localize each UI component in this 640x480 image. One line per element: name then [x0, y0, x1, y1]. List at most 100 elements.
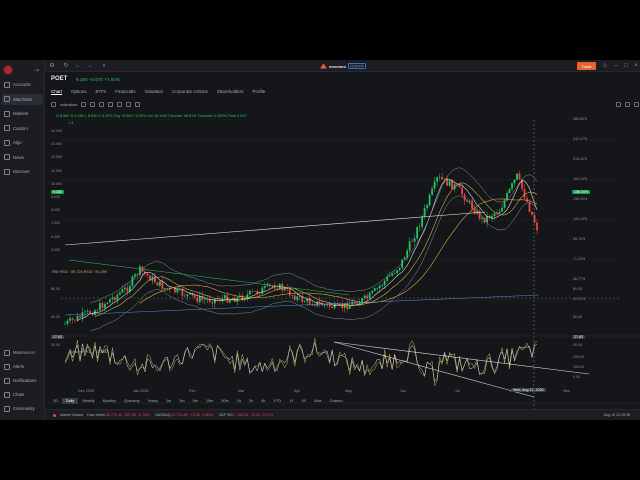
range-2h[interactable]: 2h [245, 398, 257, 404]
candle-body [323, 304, 326, 306]
sidebar-item-chats[interactable]: Chats [2, 389, 43, 400]
range-yearly[interactable]: Yearly [144, 398, 162, 404]
range-ytd[interactable]: YTD [269, 398, 285, 404]
range-3m[interactable]: 3m [175, 398, 188, 404]
search-icon[interactable]: ⌕ [101, 63, 107, 69]
range-weekly[interactable]: Weekly [78, 398, 98, 404]
sidebar-item-label: Notifications [13, 378, 37, 383]
range-30m[interactable]: 30m [217, 398, 232, 404]
chart-toolbar: Indicators [51, 100, 639, 108]
tab-shareholders[interactable]: Shareholders [217, 89, 244, 95]
candle-body [134, 274, 136, 277]
tab-chart[interactable]: Chart [51, 89, 63, 95]
tab-financials[interactable]: Financials [115, 89, 135, 95]
candle-body [418, 226, 421, 228]
sidebar-item-custom[interactable]: Custom [2, 123, 43, 134]
back-icon[interactable]: ← [75, 63, 81, 69]
sidebar-item-community[interactable]: Community [2, 403, 43, 414]
layout-icon[interactable] [126, 101, 132, 107]
sidebar-item-news[interactable]: News [2, 152, 43, 163]
user-icon[interactable]: ☺ [602, 63, 608, 69]
range-custom[interactable]: Custom [325, 398, 346, 404]
price-chart[interactable] [49, 110, 640, 410]
candle-body [79, 316, 81, 318]
percent-tick: 46.77% [573, 277, 586, 281]
rsi-tick-right: 80.00 [573, 287, 582, 291]
forward-icon[interactable]: → [87, 63, 93, 69]
sidebar-item-discover[interactable]: Discover [2, 166, 43, 177]
tab-profile[interactable]: Profile [253, 89, 266, 95]
sidebar-item-label: Algo [13, 140, 22, 145]
close-icon[interactable]: × [633, 63, 639, 69]
save-layout-icon[interactable] [135, 101, 141, 107]
last-pct-badge: 156.34% [572, 190, 591, 194]
range-daily[interactable]: Daily [61, 398, 79, 404]
range-max[interactable]: Max [310, 398, 325, 404]
index-quote[interactable]: S&P 500 7,150.26 −13.23 −0.17% [219, 413, 274, 417]
candle-body [421, 216, 424, 227]
upgrade-badge[interactable]: Upgrade [347, 63, 366, 69]
sidebar-item-moomoo-ai[interactable]: Moomoo AI [2, 347, 43, 358]
candle-body [438, 176, 441, 178]
settings-icon[interactable]: ⚙ [49, 63, 55, 69]
maximize-icon[interactable]: □ [623, 63, 629, 69]
sidebar-item-watchlists[interactable]: Watchlists [2, 93, 43, 105]
price-change: +0.670 [88, 77, 103, 82]
range-1h[interactable]: 1h [233, 398, 245, 404]
candle-body [363, 295, 366, 298]
range-5m[interactable]: 5m [189, 398, 202, 404]
range-5y[interactable]: 5Y [298, 398, 311, 404]
sidebar-item-markets[interactable]: Markets [2, 108, 43, 119]
range-monthly[interactable]: Monthly [99, 398, 120, 404]
range-15m[interactable]: 15m [202, 398, 217, 404]
sidebar-item-notifications[interactable]: Notifications [2, 375, 43, 386]
sidebar-item-alerts[interactable]: Alerts [2, 361, 43, 372]
candle-body [443, 178, 446, 180]
price-tick: 5.000 [51, 247, 60, 252]
date-tick: Dec 2025 [78, 389, 95, 393]
draw-tool-icon[interactable] [81, 101, 87, 107]
undo-icon[interactable] [108, 101, 114, 107]
refresh-icon[interactable]: ↻ [63, 63, 69, 69]
sidebar-item-algo[interactable]: Algo [2, 137, 43, 148]
redo-icon[interactable] [117, 101, 123, 107]
collapse-sidebar-icon[interactable]: ⇥ [34, 67, 42, 74]
rsi-tick-right: 20.00 [573, 343, 582, 347]
chart-type-icon[interactable] [99, 101, 105, 107]
range-4h[interactable]: 4h [257, 398, 269, 404]
algo-icon [4, 139, 10, 146]
range-1y[interactable]: 1Y [285, 398, 298, 404]
candle-body [213, 298, 216, 304]
tab-valuation[interactable]: Valuation [145, 89, 163, 95]
range-1d[interactable]: 1D [49, 398, 62, 404]
percent-tick: 216.00% [573, 157, 588, 161]
sidebar-item-label: Moomoo AI [13, 350, 35, 355]
tab-etfs[interactable]: ETFs [96, 89, 107, 95]
fullscreen-icon[interactable] [634, 101, 639, 107]
tab-corporate-actions[interactable]: Corporate Actions [172, 89, 208, 95]
index-quote[interactable]: NASDAQ 22,775.45 −73.38 −0.80% [155, 413, 213, 417]
candle-body [124, 287, 126, 290]
brand-mark-icon [320, 63, 327, 69]
compare-icon[interactable] [90, 101, 96, 107]
range-quarterly[interactable]: Quarterly [120, 398, 144, 404]
clock: Aug 16 12:29:38 [603, 413, 630, 417]
candle-body [396, 270, 399, 274]
chart-settings-icon[interactable] [625, 101, 630, 107]
candle-body [361, 297, 364, 303]
indicators-icon[interactable] [51, 101, 56, 107]
percent-tick: 71.23% [573, 257, 586, 261]
moomoo-logo-icon[interactable] [3, 65, 13, 75]
range-1m[interactable]: 1m [162, 398, 175, 404]
sidebar-item-label: News [13, 154, 24, 160]
screenshot-icon[interactable] [616, 101, 621, 107]
rsi-line-fast [64, 341, 538, 383]
index-quote[interactable]: Dow Jones 50,772.45 −527.30 −0.78% [87, 413, 149, 417]
rsi-tick: 80.00 [51, 287, 60, 291]
trade-button[interactable]: Trade [577, 62, 596, 70]
minimize-icon[interactable]: – [613, 63, 619, 69]
indicators-button[interactable]: Indicators [60, 102, 77, 107]
tab-options[interactable]: Options [71, 89, 87, 95]
grid-icon [4, 125, 10, 131]
sidebar-item-accounts[interactable]: Accounts [2, 79, 43, 90]
